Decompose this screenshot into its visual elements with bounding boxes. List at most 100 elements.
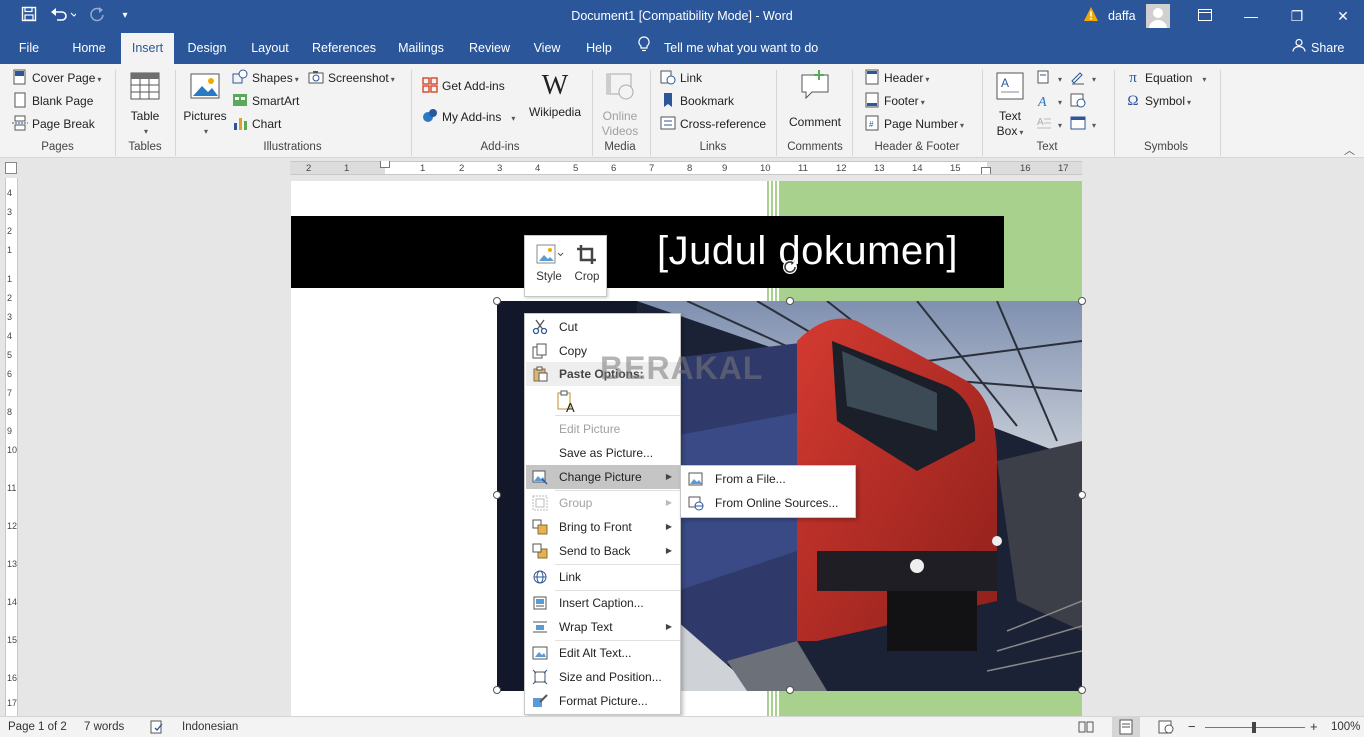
tab-mailings[interactable]: Mailings	[390, 33, 452, 64]
undo-icon[interactable]	[48, 6, 78, 26]
read-mode-icon[interactable]	[1078, 720, 1094, 737]
chart-button[interactable]: Chart	[232, 114, 281, 134]
crop-button[interactable]: Crop	[567, 242, 607, 283]
tab-help[interactable]: Help	[577, 33, 621, 64]
cross-reference-button[interactable]: Cross-reference	[660, 114, 766, 134]
menu-item-from-online-sources[interactable]: From Online Sources...	[682, 491, 856, 515]
resize-handle-bottom-left[interactable]	[493, 686, 501, 694]
resize-handle-bottom[interactable]	[786, 686, 794, 694]
tab-references[interactable]: References	[308, 33, 380, 64]
smartart-button[interactable]: SmartArt	[232, 91, 299, 111]
get-addins-button[interactable]: Get Add-ins	[422, 76, 505, 96]
avatar[interactable]	[1146, 4, 1170, 28]
collapse-ribbon-icon[interactable]: ︿	[1344, 142, 1355, 158]
page-count[interactable]: Page 1 of 2	[8, 721, 67, 733]
object-button[interactable]: ▾	[1070, 114, 1096, 134]
style-button[interactable]: Style	[529, 242, 569, 283]
user-name[interactable]: daffa	[1108, 9, 1136, 23]
screenshot-button[interactable]: Screenshot ▾	[308, 68, 395, 88]
comment-button[interactable]: Comment	[784, 70, 846, 130]
proofing-icon[interactable]	[150, 720, 164, 737]
tab-design[interactable]: Design	[180, 33, 234, 64]
web-layout-icon[interactable]	[1158, 720, 1174, 737]
tab-review[interactable]: Review	[462, 33, 517, 64]
table-button[interactable]: Table ▾	[124, 70, 166, 139]
minimize-icon[interactable]: —	[1228, 0, 1274, 33]
picture-style-icon	[536, 244, 564, 264]
menu-item-bring-to-front[interactable]: Bring to Front ▶	[526, 515, 680, 539]
horizontal-ruler[interactable]: 2 1 1 2 3 4 5 6 7 8 9 10 11 12 13 14 15 …	[290, 161, 1082, 175]
shapes-button[interactable]: Shapes ▾	[232, 68, 299, 88]
my-addins-button[interactable]: My Add-ins ▾	[422, 107, 515, 127]
tab-selector[interactable]	[5, 162, 17, 174]
print-layout-icon[interactable]	[1112, 717, 1140, 737]
menu-item-save-as-picture[interactable]: Save as Picture...	[526, 441, 680, 465]
resize-handle-top[interactable]	[786, 297, 794, 305]
menu-item-size-and-position[interactable]: Size and Position...	[526, 665, 680, 689]
ribbon-display-options-icon[interactable]	[1182, 0, 1228, 33]
quick-parts-button[interactable]: ▾	[1036, 68, 1062, 88]
zoom-level[interactable]: 100%	[1331, 721, 1360, 733]
pictures-button[interactable]: Pictures ▾	[182, 70, 228, 139]
tab-layout[interactable]: Layout	[242, 33, 298, 64]
resize-handle-right[interactable]	[1078, 491, 1086, 499]
redo-icon[interactable]	[86, 6, 108, 26]
wordart-button[interactable]: A ▾	[1036, 91, 1062, 111]
resize-handle-bottom-right[interactable]	[1078, 686, 1086, 694]
menu-item-format-picture[interactable]: Format Picture...	[526, 689, 680, 713]
resize-handle-top-right[interactable]	[1078, 297, 1086, 305]
drop-cap-button[interactable]: A ▾	[1036, 114, 1062, 134]
tab-file[interactable]: File	[6, 33, 52, 64]
page-break-button[interactable]: Page Break	[12, 114, 95, 134]
zoom-in-button[interactable]: +	[1310, 719, 1318, 734]
close-icon[interactable]: ✕	[1320, 0, 1364, 33]
menu-item-insert-caption[interactable]: Insert Caption...	[526, 591, 680, 615]
link-button[interactable]: Link	[660, 68, 702, 88]
restore-icon[interactable]: ❐	[1274, 0, 1320, 33]
zoom-slider-thumb[interactable]	[1252, 722, 1256, 733]
online-videos-button[interactable]: Online Videos	[598, 70, 642, 139]
resize-handle-left[interactable]	[493, 491, 501, 499]
first-line-indent-marker[interactable]	[380, 161, 390, 168]
menu-item-edit-alt-text[interactable]: Edit Alt Text...	[526, 641, 680, 665]
right-indent-marker[interactable]	[981, 167, 991, 174]
zoom-out-button[interactable]: −	[1188, 719, 1196, 734]
menu-item-edit-picture[interactable]: Edit Picture	[526, 417, 680, 441]
document-title-placeholder[interactable]: [Judul dokumen]	[657, 229, 958, 274]
header-button[interactable]: Header ▾	[864, 68, 929, 88]
save-icon[interactable]	[18, 6, 40, 26]
rotate-handle-icon[interactable]	[781, 258, 799, 276]
wikipedia-button[interactable]: W Wikipedia	[526, 70, 584, 120]
vertical-ruler[interactable]: 4 3 2 1 1 2 3 4 5 6 7 8 9 10 11 12 13 14…	[5, 178, 18, 716]
tell-me-search[interactable]: Tell me what you want to do	[638, 33, 818, 64]
menu-item-cut[interactable]: Cut	[526, 315, 680, 339]
signature-line-button[interactable]: ▾	[1070, 68, 1096, 88]
menu-item-copy[interactable]: Copy	[526, 339, 680, 363]
tab-view[interactable]: View	[527, 33, 567, 64]
ruler-number: 17	[1058, 163, 1069, 174]
blank-page-button[interactable]: Blank Page	[12, 91, 93, 111]
word-count[interactable]: 7 words	[84, 721, 124, 733]
menu-item-change-picture[interactable]: Change Picture ▶	[526, 465, 680, 489]
tab-insert[interactable]: Insert	[121, 33, 174, 64]
text-box-button[interactable]: A Text Box ▾	[990, 70, 1030, 140]
menu-item-link[interactable]: Link	[526, 565, 680, 589]
customize-qat-icon[interactable]: ▾	[116, 6, 134, 26]
footer-button[interactable]: Footer ▾	[864, 91, 925, 111]
share-button[interactable]: Share	[1292, 33, 1344, 64]
cover-page-button[interactable]: Cover Page ▾	[12, 68, 101, 88]
menu-item-wrap-text[interactable]: Wrap Text ▶	[526, 615, 680, 639]
warning-icon[interactable]	[1083, 6, 1099, 22]
menu-item-from-a-file[interactable]: From a File...	[682, 467, 856, 491]
language-indicator[interactable]: Indonesian	[182, 721, 238, 733]
date-time-button[interactable]	[1070, 91, 1090, 111]
menu-item-group[interactable]: Group ▶	[526, 491, 680, 515]
bookmark-button[interactable]: Bookmark	[660, 91, 734, 111]
symbol-button[interactable]: Ω Symbol ▾	[1125, 91, 1191, 111]
menu-item-send-to-back[interactable]: Send to Back ▶	[526, 539, 680, 563]
equation-button[interactable]: π Equation ▾	[1125, 68, 1206, 88]
tab-home[interactable]: Home	[62, 33, 116, 64]
paste-keep-text-only-icon[interactable]: A	[555, 390, 579, 415]
resize-handle-top-left[interactable]	[493, 297, 501, 305]
page-number-button[interactable]: # Page Number ▾	[864, 114, 964, 134]
